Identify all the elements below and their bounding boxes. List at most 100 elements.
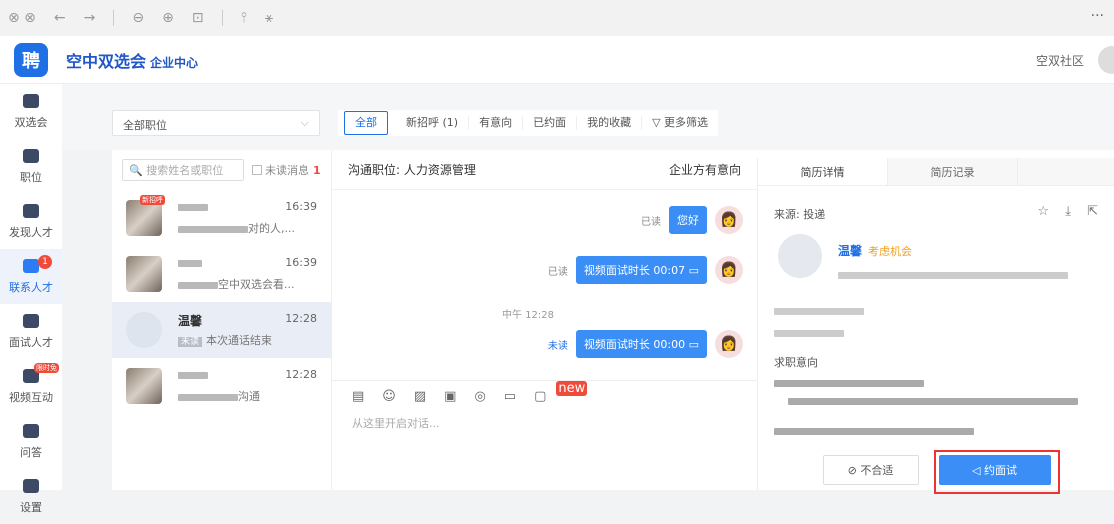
more-icon[interactable]: ··· — [1091, 8, 1104, 24]
avatar: 👩 — [715, 330, 743, 358]
video-call-message[interactable]: 视频面试时长 00:07 ▭ — [575, 256, 707, 284]
video-call-icon[interactable]: ▢ — [534, 389, 546, 404]
user-avatar[interactable] — [1098, 46, 1114, 74]
promo-tag: 限时免 — [34, 363, 59, 373]
chat-area: 沟通职位: 人力资源管理 企业方有意向 已读 您好 👩 已读 视频面试时长 00… — [332, 150, 757, 490]
magic-icon[interactable]: ⚹ — [265, 10, 273, 26]
window-controls[interactable]: ⊗ ⊗ — [8, 10, 36, 26]
gear-icon — [23, 478, 39, 493]
avatar — [126, 368, 162, 404]
divider — [113, 10, 115, 26]
brand-title: 空中双选会 企业中心 — [66, 51, 199, 71]
zoom-out-icon[interactable]: ⊖ — [132, 10, 144, 26]
position-select[interactable]: 全部职位 ⌵ — [112, 110, 320, 136]
chip-new[interactable]: 新招呼 (1) — [396, 116, 470, 130]
action-bar: ⊘ 不合适 ◁ 约面试 — [758, 450, 1114, 494]
sidebar-item-fair[interactable]: 双选会 — [0, 84, 62, 139]
redacted-info — [774, 424, 974, 438]
resume-panel: 简历详情 简历记录 来源: 投递 ☆ ⤓ ⇱ 温馨 考虑机会 求职意向 ⊘ 不合适… — [757, 158, 1114, 494]
video-call-message[interactable]: 视频面试时长 00:00 ▭ — [575, 330, 707, 358]
zoom-in-icon[interactable]: ⊕ — [162, 10, 174, 26]
unread-badge: 1 — [38, 255, 52, 269]
emoji-icon[interactable]: ☺ — [382, 389, 396, 404]
chip-all[interactable]: 全部 — [344, 111, 388, 135]
person-icon — [23, 203, 39, 218]
timestamp: 中午 12:28 — [502, 310, 554, 321]
community-link[interactable]: 空双社区 — [1036, 52, 1084, 69]
forward-icon[interactable]: → — [84, 10, 96, 26]
chip-scheduled[interactable]: 已约面 — [523, 116, 578, 130]
avatar: 👩 — [715, 206, 743, 234]
message: 已读 您好 👩 — [641, 206, 743, 234]
redacted-info — [838, 268, 1068, 282]
sidebar-item-jobs[interactable]: 职位 — [0, 139, 62, 194]
message-input[interactable]: 从这里开启对话... — [332, 411, 757, 435]
briefcase-icon — [23, 148, 39, 163]
candidate-name: 温馨 考虑机会 — [838, 244, 913, 258]
status-badge: 未读 — [178, 337, 203, 347]
group-icon — [23, 423, 39, 438]
unread-filter[interactable]: 未读消息 1 — [252, 162, 321, 178]
filter-bar: 全部职位 ⌵ 全部 新招呼 (1) 有意向 已约面 我的收藏 ▽ 更多筛选 — [62, 84, 1114, 150]
list-item[interactable]: 温馨 12:28 未读 本次通话结束 — [112, 302, 331, 358]
chip-favorites[interactable]: 我的收藏 — [577, 116, 643, 130]
star-icon[interactable]: ☆ — [1037, 204, 1049, 219]
logo-icon: 聘 — [14, 42, 48, 77]
redacted-info — [774, 376, 924, 390]
chat-messages: 已读 您好 👩 已读 视频面试时长 00:07 ▭ 👩 中午 12:28 未读 … — [332, 190, 757, 380]
resume-actions: ☆ ⤓ ⇱ — [1025, 204, 1098, 219]
avatar — [126, 312, 162, 348]
share-icon[interactable]: ⫯ — [241, 10, 247, 26]
list-item[interactable]: 12:28 沟通 — [112, 358, 331, 414]
share-icon[interactable]: ⇱ — [1087, 204, 1098, 219]
sidebar-item-interview[interactable]: 面试人才 — [0, 304, 62, 359]
intent-status: 企业方有意向 — [668, 163, 741, 177]
main-panel: 🔍 搜索姓名或职位 未读消息 1 新招呼 16:39 对的人,... 16:39 … — [112, 150, 1114, 494]
sidebar-item-video[interactable]: 视频互动 限时免 — [0, 359, 62, 414]
back-icon[interactable]: ← — [54, 10, 66, 26]
checkbox[interactable] — [252, 165, 262, 175]
avatar — [126, 200, 162, 236]
image-icon[interactable]: ▨ — [414, 389, 426, 404]
location-icon[interactable]: ◎ — [474, 389, 485, 404]
sidebar-item-settings[interactable]: 设置 — [0, 469, 62, 524]
tab-resume-records[interactable]: 简历记录 — [888, 158, 1018, 185]
sidebar-item-contact[interactable]: 联系人才 1 — [0, 249, 62, 304]
message: 未读 视频面试时长 00:00 ▭ 👩 — [548, 330, 743, 358]
redacted-info — [774, 326, 844, 340]
section-title: 求职意向 — [774, 356, 818, 369]
divider — [221, 10, 223, 26]
chevron-down-icon: ⌵ — [300, 116, 309, 129]
sidebar-item-qa[interactable]: 问答 — [0, 414, 62, 469]
sidebar-item-discover[interactable]: 发现人才 — [0, 194, 62, 249]
list-item[interactable]: 16:39 空中双选会看... — [112, 246, 331, 302]
new-tag: new — [556, 380, 588, 396]
list-item[interactable]: 新招呼 16:39 对的人,... — [112, 190, 331, 246]
redacted-info — [788, 394, 1078, 408]
search-row: 🔍 搜索姓名或职位 未读消息 1 — [112, 150, 331, 190]
resume-source: 来源: 投递 — [774, 208, 826, 221]
new-greeting-tag: 新招呼 — [140, 195, 165, 205]
reject-button[interactable]: ⊘ 不合适 — [822, 455, 919, 485]
highlight-box — [933, 450, 1060, 494]
file-icon[interactable]: ▣ — [444, 389, 456, 404]
quick-reply-icon[interactable]: ▤ — [352, 389, 364, 404]
search-input[interactable]: 🔍 搜索姓名或职位 — [122, 159, 244, 181]
chat-icon — [23, 258, 39, 273]
download-icon[interactable]: ⤓ — [1065, 204, 1071, 219]
tab-resume-details[interactable]: 简历详情 — [758, 158, 888, 185]
home-icon — [23, 93, 39, 108]
send-icon — [23, 313, 39, 328]
composer-toolbar: ▤ ☺ ▨ ▣ ◎ ▭ ▢ new — [332, 380, 757, 411]
chip-more[interactable]: ▽ 更多筛选 — [642, 116, 718, 130]
card-icon[interactable]: ▭ — [504, 389, 516, 404]
chip-intent[interactable]: 有意向 — [469, 116, 524, 130]
contact-list: 🔍 搜索姓名或职位 未读消息 1 新招呼 16:39 对的人,... 16:39 … — [112, 150, 332, 490]
message: 已读 视频面试时长 00:07 ▭ 👩 — [548, 256, 743, 284]
chat-header: 沟通职位: 人力资源管理 企业方有意向 — [332, 150, 757, 190]
avatar — [126, 256, 162, 292]
fit-icon[interactable]: ⊡ — [192, 10, 204, 26]
composer: ▤ ☺ ▨ ▣ ◎ ▭ ▢ new 从这里开启对话... — [332, 380, 757, 490]
resume-tabs: 简历详情 简历记录 — [758, 158, 1114, 186]
avatar: 👩 — [715, 256, 743, 284]
